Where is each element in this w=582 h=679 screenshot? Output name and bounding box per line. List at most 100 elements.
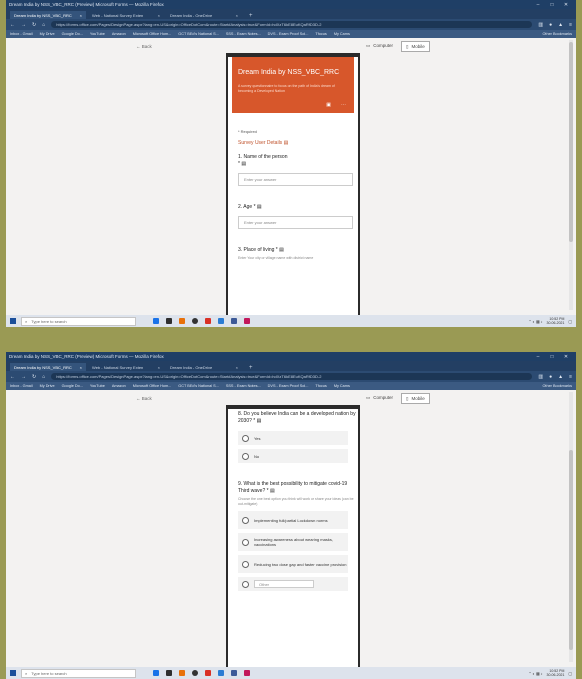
tray-icons[interactable]: ⌃ ◐ ▦ ♪: [528, 671, 542, 676]
extension-icon[interactable]: ▲: [558, 22, 563, 28]
bookmark[interactable]: My Drive: [40, 32, 55, 36]
clock[interactable]: 10:52 PM 30-06-2021: [547, 669, 565, 678]
immersive-reader-icon[interactable]: ▤: [270, 488, 275, 494]
home-icon[interactable]: ⌂: [42, 374, 45, 380]
answer-input[interactable]: Enter your answer: [238, 173, 353, 186]
bookmark[interactable]: Amazon: [112, 32, 126, 36]
radio-button[interactable]: [242, 452, 249, 460]
browser-tab[interactable]: Dream India - OneDrive ×: [166, 363, 242, 371]
browser-tab[interactable]: Web - National Survey Exten ×: [88, 363, 164, 371]
answer-input[interactable]: Enter your answer: [238, 216, 353, 229]
maximize-icon[interactable]: □: [545, 2, 559, 8]
tab-close-icon[interactable]: ×: [236, 13, 238, 18]
bookmark[interactable]: DVS - Exam Proof Sol...: [268, 32, 309, 36]
maximize-icon[interactable]: □: [545, 354, 559, 360]
other-input[interactable]: Other: [254, 580, 314, 588]
task-view-icon[interactable]: [166, 670, 172, 676]
clock[interactable]: 10:52 PM 30-06-2021: [547, 317, 565, 326]
computer-view-button[interactable]: ▭ Computer: [362, 393, 397, 402]
back-link[interactable]: ← Back: [136, 396, 152, 401]
close-icon[interactable]: ✕: [559, 2, 573, 8]
task-view-icon[interactable]: [166, 318, 172, 324]
store-app-icon[interactable]: [231, 670, 237, 676]
immersive-reader-icon[interactable]: ▤: [257, 418, 262, 424]
more-icon[interactable]: ⋯: [341, 102, 346, 108]
menu-icon[interactable]: ≡: [569, 374, 572, 380]
firefox-app-icon[interactable]: [179, 318, 185, 324]
computer-view-button[interactable]: ▭ Computer: [362, 41, 397, 50]
chrome-app-icon[interactable]: [192, 670, 198, 676]
browser-tab[interactable]: Dream India - OneDrive ×: [166, 11, 242, 19]
bookmark[interactable]: Microsoft Office Hom...: [133, 32, 172, 36]
bookmark[interactable]: SSS - Exam Notes...: [226, 32, 261, 36]
windows-start-icon[interactable]: [10, 318, 16, 324]
firefox-app-icon[interactable]: [179, 670, 185, 676]
menu-icon[interactable]: ≡: [569, 22, 572, 28]
browser-tab[interactable]: Dream India by NSS_VBC_RRC ×: [10, 363, 86, 371]
notification-icon[interactable]: ▢: [568, 671, 572, 676]
bookmark[interactable]: YouTube: [90, 32, 105, 36]
bookmark[interactable]: Inbox - Gmail: [10, 32, 33, 36]
bookmark[interactable]: My Cams: [334, 384, 350, 388]
other-bookmarks[interactable]: Other Bookmarks: [542, 384, 572, 388]
choice-option[interactable]: Increasing awareness about wearing masks…: [238, 533, 348, 551]
mobile-view-button[interactable]: ▯ Mobile: [401, 41, 430, 52]
browser-tab[interactable]: Web - National Survey Exten ×: [88, 11, 164, 19]
edge-app-icon[interactable]: [153, 318, 159, 324]
bookmark[interactable]: Tfocus: [315, 32, 326, 36]
browser-tab[interactable]: Dream India by NSS_VBC_RRC ×: [10, 11, 86, 19]
choice-option[interactable]: Yes: [238, 431, 348, 445]
app-icon[interactable]: [244, 670, 250, 676]
immersive-reader-icon[interactable]: ▤: [241, 161, 246, 167]
url-bar[interactable]: https://forms.office.com/Pages/DesignPag…: [51, 373, 533, 380]
tab-close-icon[interactable]: ×: [236, 365, 238, 370]
files-app-icon[interactable]: [218, 670, 224, 676]
extension-icon[interactable]: ▲: [558, 374, 563, 380]
radio-button[interactable]: [242, 560, 249, 568]
app-icon[interactable]: [244, 318, 250, 324]
back-arrow-icon[interactable]: ←: [10, 22, 15, 28]
new-tab-button[interactable]: +: [244, 13, 258, 19]
minimize-icon[interactable]: –: [531, 2, 545, 8]
bookmark[interactable]: Google Do...: [62, 32, 83, 36]
bookmark[interactable]: YouTube: [90, 384, 105, 388]
choice-option[interactable]: Reducing two dose gap and faster vaccine…: [238, 555, 348, 573]
other-bookmarks[interactable]: Other Bookmarks: [542, 32, 572, 36]
bookmark[interactable]: My Cams: [334, 32, 350, 36]
radio-button[interactable]: [242, 538, 249, 546]
store-app-icon[interactable]: [231, 318, 237, 324]
account-icon[interactable]: ●: [549, 374, 552, 380]
bookmark[interactable]: GCT BEd's National S...: [178, 32, 219, 36]
close-icon[interactable]: ✕: [559, 354, 573, 360]
edge-app-icon[interactable]: [153, 670, 159, 676]
scrollbar-thumb[interactable]: [569, 42, 573, 242]
windows-start-icon[interactable]: [10, 670, 16, 676]
mobile-view-button[interactable]: ▯ Mobile: [401, 393, 430, 404]
bookmark[interactable]: Microsoft Office Hom...: [133, 384, 172, 388]
bookmark[interactable]: My Drive: [40, 384, 55, 388]
files-app-icon[interactable]: [218, 318, 224, 324]
taskbar-search[interactable]: ⌕ Type here to search: [21, 668, 136, 678]
radio-button[interactable]: [242, 434, 249, 442]
bookmark[interactable]: Google Do...: [62, 384, 83, 388]
choice-option[interactable]: Implementing full/partial Lockdown norms: [238, 511, 348, 529]
back-arrow-icon[interactable]: ←: [10, 374, 15, 380]
home-icon[interactable]: ⌂: [42, 22, 45, 28]
tab-close-icon[interactable]: ×: [158, 13, 160, 18]
library-icon[interactable]: ▥: [538, 374, 543, 380]
immersive-reader-icon[interactable]: ▤: [257, 204, 262, 210]
tray-icons[interactable]: ⌃ ◐ ▦ ♪: [528, 319, 542, 324]
back-link[interactable]: ← Back: [136, 44, 152, 49]
choice-option[interactable]: No: [238, 449, 348, 463]
bookmark[interactable]: DVS - Exam Proof Sol...: [268, 384, 309, 388]
immersive-reader-icon[interactable]: ▤: [284, 140, 289, 146]
bookmark[interactable]: Amazon: [112, 384, 126, 388]
app-icon[interactable]: [205, 670, 211, 676]
tab-close-icon[interactable]: ×: [80, 13, 82, 18]
notification-icon[interactable]: ▢: [568, 319, 572, 324]
radio-button[interactable]: [242, 516, 249, 524]
bookmark[interactable]: Inbox - Gmail: [10, 384, 33, 388]
account-icon[interactable]: ●: [549, 22, 552, 28]
choice-option-other[interactable]: Other: [238, 577, 348, 591]
tab-close-icon[interactable]: ×: [158, 365, 160, 370]
